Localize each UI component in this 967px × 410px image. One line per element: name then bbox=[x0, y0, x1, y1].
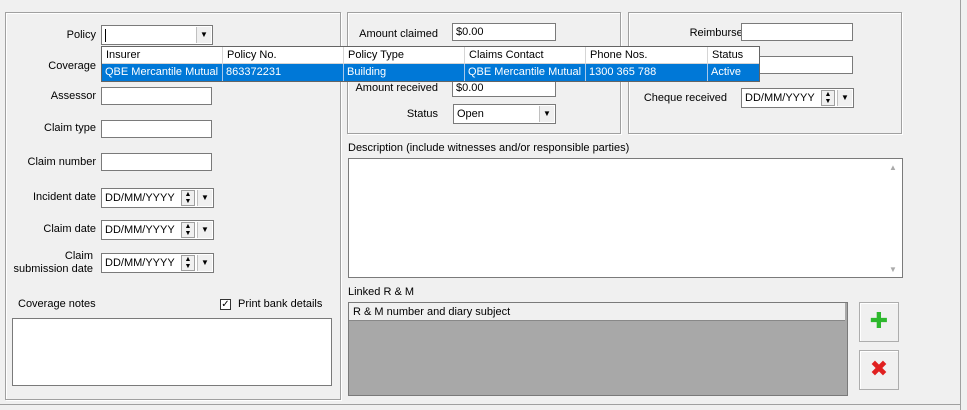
claim-date-value: DD/MM/YYYY bbox=[105, 224, 175, 236]
chevron-down-icon[interactable]: ▼ bbox=[539, 106, 554, 122]
chevron-down-icon[interactable]: ▼ bbox=[197, 190, 212, 206]
status-value: Open bbox=[457, 108, 484, 120]
claim-type-label: Claim type bbox=[44, 122, 96, 134]
dropdown-row-status[interactable]: Active bbox=[708, 64, 759, 81]
col-header-policy-no[interactable]: Policy No. bbox=[223, 47, 344, 64]
dropdown-row-phone-nos[interactable]: 1300 365 788 bbox=[586, 64, 708, 81]
cheque-received-value: DD/MM/YYYY bbox=[745, 92, 815, 104]
cheque-received-label: Cheque received bbox=[643, 92, 727, 104]
chevron-down-icon[interactable]: ▼ bbox=[837, 90, 852, 106]
spin-icon[interactable]: ▲ ▼ bbox=[181, 190, 195, 206]
coverage-label: Coverage bbox=[48, 60, 96, 72]
claim-date-picker[interactable]: DD/MM/YYYY ▲ ▼ ▼ bbox=[101, 220, 214, 240]
description-label: Description (include witnesses and/or re… bbox=[348, 142, 630, 154]
coverage-notes-label: Coverage notes bbox=[18, 298, 96, 310]
claim-submission-date-value: DD/MM/YYYY bbox=[105, 257, 175, 269]
dropdown-row-insurer[interactable]: QBE Mercantile Mutual bbox=[102, 64, 223, 81]
amount-received-label: Amount received bbox=[355, 82, 438, 94]
scroll-up-icon[interactable]: ▲ bbox=[889, 163, 897, 172]
claim-number-label: Claim number bbox=[27, 156, 96, 168]
status-select[interactable]: Open ▼ bbox=[453, 104, 556, 124]
col-header-phone-nos[interactable]: Phone Nos. bbox=[586, 47, 708, 64]
claim-type-field[interactable] bbox=[101, 120, 212, 138]
status-label: Status bbox=[406, 108, 438, 120]
dropdown-row-policy-type[interactable]: Building bbox=[344, 64, 465, 81]
description-field[interactable]: ▲ ▼ bbox=[348, 158, 903, 278]
chevron-down-icon[interactable]: ▼ bbox=[196, 27, 211, 43]
spin-icon[interactable]: ▲ ▼ bbox=[821, 90, 835, 106]
remove-button[interactable]: ✖ bbox=[859, 350, 899, 390]
policy-dropdown-list[interactable]: Insurer Policy No. Policy Type Claims Co… bbox=[101, 46, 760, 82]
print-bank-details-checkbox[interactable]: ✓ bbox=[220, 299, 231, 310]
spin-icon[interactable]: ▲ ▼ bbox=[181, 222, 195, 238]
col-header-insurer[interactable]: Insurer bbox=[102, 47, 223, 64]
col-header-claims-contact[interactable]: Claims Contact bbox=[465, 47, 586, 64]
x-icon: ✖ bbox=[869, 356, 889, 381]
reimburse-to-field[interactable] bbox=[741, 23, 853, 41]
coverage-notes-field[interactable] bbox=[12, 318, 332, 386]
scrollbar[interactable]: ▲ ▼ bbox=[886, 159, 902, 277]
assessor-label: Assessor bbox=[50, 90, 96, 102]
incident-date-picker[interactable]: DD/MM/YYYY ▲ ▼ ▼ bbox=[101, 188, 214, 208]
spin-icon[interactable]: ▲ ▼ bbox=[181, 255, 195, 271]
col-header-status[interactable]: Status bbox=[708, 47, 759, 64]
policy-select[interactable]: ▼ bbox=[101, 25, 213, 45]
claim-number-field[interactable] bbox=[101, 153, 212, 171]
col-header-policy-type[interactable]: Policy Type bbox=[344, 47, 465, 64]
linked-rm-label: Linked R & M bbox=[348, 286, 415, 298]
assessor-field[interactable] bbox=[101, 87, 212, 105]
chevron-down-icon[interactable]: ▼ bbox=[197, 222, 212, 238]
policy-label: Policy bbox=[66, 29, 96, 41]
dropdown-row-policy-no[interactable]: 863372231 bbox=[223, 64, 344, 81]
claim-date-label: Claim date bbox=[43, 223, 96, 235]
chevron-down-icon[interactable]: ▼ bbox=[197, 255, 212, 271]
linked-rm-grid[interactable]: R & M number and diary subject bbox=[348, 302, 848, 396]
rm-column-header[interactable]: R & M number and diary subject bbox=[349, 303, 845, 321]
text-cursor bbox=[105, 29, 106, 42]
incident-date-label: Incident date bbox=[33, 191, 96, 203]
window-right-border bbox=[960, 0, 961, 410]
amount-claimed-label: Amount claimed bbox=[359, 28, 438, 40]
print-bank-details-label[interactable]: Print bank details bbox=[238, 298, 322, 310]
cheque-received-picker[interactable]: DD/MM/YYYY ▲ ▼ ▼ bbox=[741, 88, 854, 108]
dropdown-row-claims-contact[interactable]: QBE Mercantile Mutual bbox=[465, 64, 586, 81]
scroll-down-icon[interactable]: ▼ bbox=[889, 265, 897, 274]
plus-icon: ✚ bbox=[869, 308, 889, 333]
amount-claimed-field[interactable]: $0.00 bbox=[452, 23, 556, 41]
incident-date-value: DD/MM/YYYY bbox=[105, 192, 175, 204]
claim-submission-date-label: Claim submission date bbox=[13, 250, 94, 275]
add-button[interactable]: ✚ bbox=[859, 302, 899, 342]
claim-submission-date-picker[interactable]: DD/MM/YYYY ▲ ▼ ▼ bbox=[101, 253, 214, 273]
window-bottom-border bbox=[0, 404, 961, 405]
